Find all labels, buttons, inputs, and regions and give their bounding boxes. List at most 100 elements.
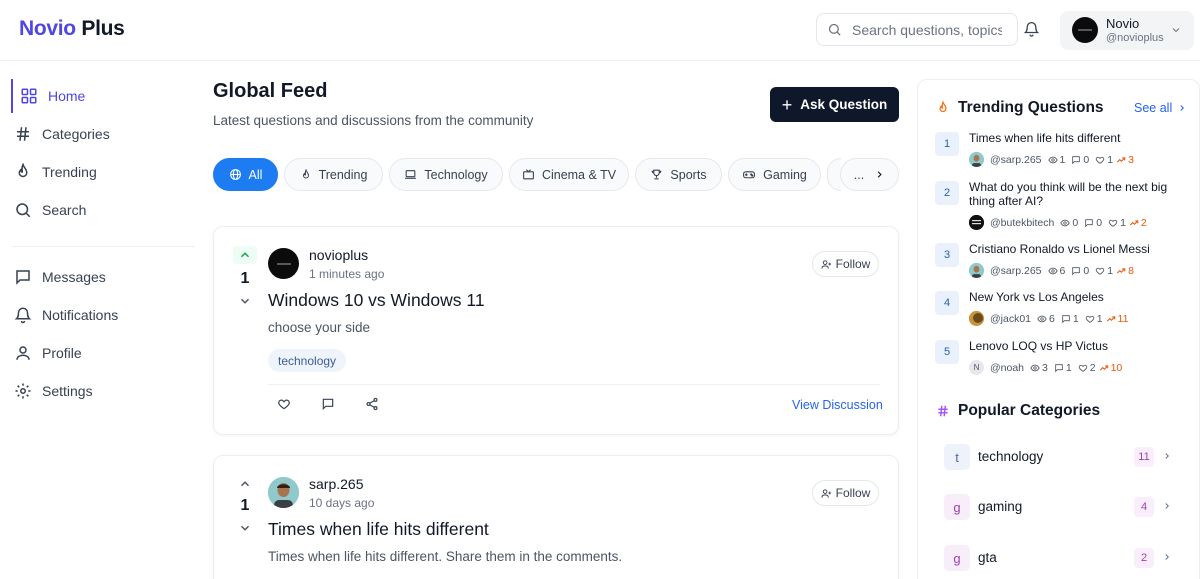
category-letter: g [944,545,970,571]
sidebar-item-label: Messages [42,269,106,285]
downvote-button[interactable] [233,294,257,308]
downvote-button[interactable] [233,521,257,535]
chevron-down-icon [1172,28,1180,33]
category-chips: All Trending Technology Cinema & TV Spor… [213,158,899,191]
likes-stat: 2 [1078,362,1096,374]
ask-question-button[interactable]: + Ask Question [770,87,899,122]
user-menu[interactable]: Novio @novioplus [1060,11,1194,50]
sidebar-item-settings[interactable]: Settings [12,374,192,408]
trending-title[interactable]: New York vs Los Angeles [969,290,1189,304]
comments-count: 1 [1072,312,1079,325]
trending-user[interactable]: @butekbitech [990,217,1054,229]
follow-label: Follow [835,486,871,500]
trending-meta: @sarp.265 1 0 1 3 [969,152,1134,167]
trending-title[interactable]: Cristiano Ronaldo vs Lionel Messi [969,242,1189,256]
chip-label: Gaming [763,167,807,182]
heart-icon [1096,156,1105,164]
comment-icon [1072,266,1081,275]
category-count: 4 [1134,497,1154,517]
post-card[interactable]: 1 sarp.265 10 days ago Follow Times when… [213,455,899,579]
comment-icon [322,398,334,411]
eye-icon [1047,267,1058,274]
popular-categories-heading: Popular Categories [936,402,1100,420]
search-input[interactable] [852,21,1002,38]
page-subtitle: Latest questions and discussions from th… [213,113,534,128]
follow-button[interactable]: Follow [812,251,879,277]
eye-icon [1030,364,1040,371]
author-avatar[interactable] [268,477,299,508]
user-plus-icon [821,488,831,498]
chip-label: Sports [670,167,707,182]
post-card[interactable]: 1 novioplus 1 minutes ago Follow Windows… [213,226,899,435]
views-stat: 6 [1047,265,1065,277]
post-title[interactable]: Windows 10 vs Windows 11 [268,290,485,311]
author-name[interactable]: novioplus [309,247,368,263]
trending-user[interactable]: @sarp.265 [990,265,1042,277]
chip-label: Cinema & TV [541,167,617,182]
trend-count: 3 [1128,153,1134,166]
follow-button[interactable]: Follow [812,480,879,506]
trending-user[interactable]: @jack01 [990,313,1031,325]
category-item-gaming[interactable]: g gaming 4 [944,494,1176,520]
sidebar-item-notifications[interactable]: Notifications [12,298,192,332]
trending-meta: @butekbitech 0 0 1 2 [969,215,1147,230]
trending-title[interactable]: Lenovo LOQ vs HP Victus [969,339,1189,353]
chevron-down-icon [240,298,250,304]
sidebar-item-categories[interactable]: Categories [12,117,192,151]
app-logo[interactable]: Novio Plus [19,17,125,41]
sidebar-item-label: Home [48,88,86,104]
chevron-right-icon [1165,453,1169,459]
post-body: Times when life hits different. Share th… [268,549,623,564]
trending-user[interactable]: @sarp.265 [990,154,1042,166]
sidebar-item-profile[interactable]: Profile [12,336,192,370]
logo-part-novio: Novio [19,17,76,40]
sidebar-item-label: Settings [42,383,93,399]
sidebar-item-trending[interactable]: Trending [12,155,192,189]
comment-icon [1055,363,1063,372]
chip-partial[interactable] [827,158,841,191]
category-item-gta[interactable]: g gta 2 [944,545,1176,571]
trending-title[interactable]: Times when life hits different [969,131,1189,145]
post-tag[interactable]: technology [268,349,347,372]
chip-more-button[interactable]: ... [840,158,899,191]
trending-title[interactable]: What do you think will be the next big t… [969,180,1189,208]
eye-icon [1037,315,1047,322]
like-button[interactable] [277,397,291,411]
author-avatar[interactable] [268,248,299,279]
trend-stat: 2 [1129,217,1147,229]
chip-gaming[interactable]: Gaming [728,158,821,191]
sidebar-item-messages[interactable]: Messages [12,260,192,294]
chip-technology[interactable]: Technology [389,158,503,191]
view-discussion-link[interactable]: View Discussion [792,398,883,412]
user-handle: @novioplus [1106,32,1164,44]
chip-sports[interactable]: Sports [635,158,722,191]
user-avatar [969,215,984,230]
chevron-up-icon [240,252,250,258]
share-icon [366,397,378,411]
share-button[interactable] [365,397,379,411]
chip-trending[interactable]: Trending [284,158,383,191]
upvote-button[interactable] [233,246,257,264]
search-box[interactable] [816,13,1018,46]
trending-user[interactable]: @noah [990,362,1024,374]
trend-count: 8 [1128,264,1134,277]
post-title[interactable]: Times when life hits different [268,519,489,540]
chip-all[interactable]: All [213,158,278,191]
likes-stat: 1 [1095,154,1113,166]
user-plus-icon [821,259,831,269]
notifications-bell-icon[interactable] [1023,20,1040,43]
logo-part-plus: Plus [81,17,125,40]
upvote-button[interactable] [233,477,257,491]
plus-icon: + [781,94,793,115]
sidebar-item-home[interactable]: Home [11,79,191,113]
see-all-link[interactable]: See all [1134,101,1187,115]
comment-button[interactable] [321,397,335,411]
sidebar-item-search[interactable]: Search [12,193,192,227]
chip-cinema-tv[interactable]: Cinema & TV [509,158,629,191]
trend-count: 11 [1117,312,1129,325]
category-item-technology[interactable]: t technology 11 [944,444,1176,470]
post-time: 10 days ago [309,496,375,510]
author-name[interactable]: sarp.265 [309,476,363,492]
right-panel: Trending Questions See all 1 Times when … [917,79,1200,579]
vote-count: 1 [240,270,250,287]
